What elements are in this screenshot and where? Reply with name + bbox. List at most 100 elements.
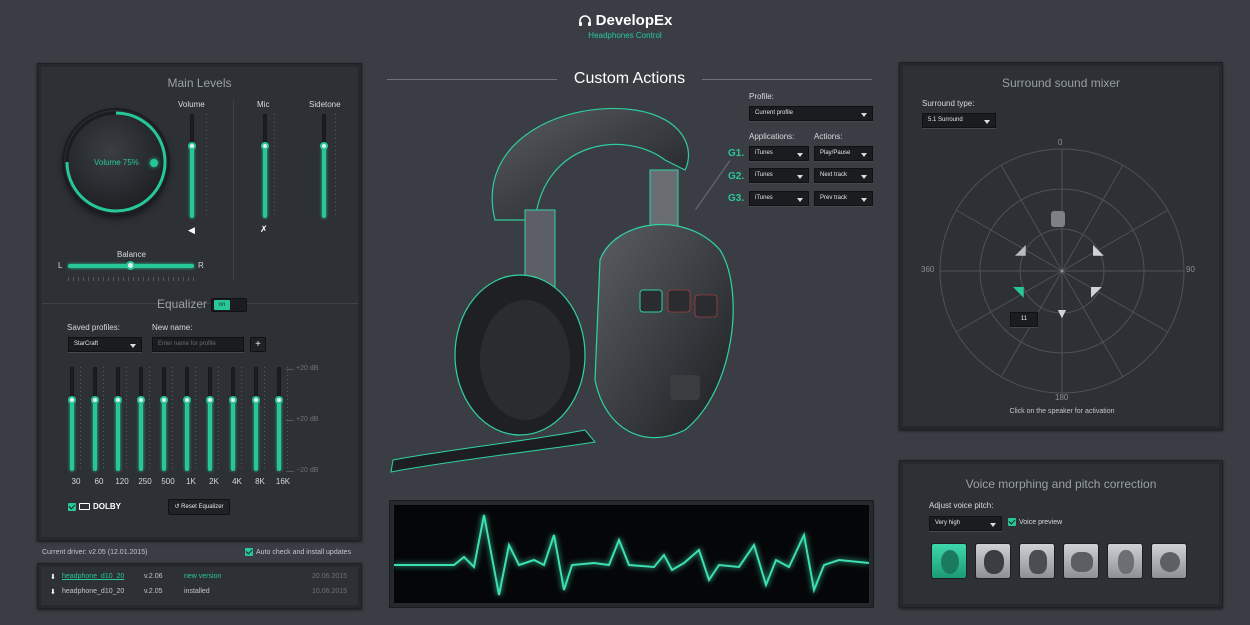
- g2-key-label: G2.: [728, 171, 745, 182]
- voice-avatar-alien[interactable]: [931, 543, 967, 579]
- waveform-display: [389, 500, 874, 608]
- eq-band-500: 500: [160, 367, 176, 487]
- brand: DevelopEx: [578, 12, 672, 29]
- eq-band-4K: 4K: [229, 367, 245, 487]
- driver-name: headphone_d10_20: [62, 588, 125, 595]
- g2-app-select[interactable]: iTunes: [749, 168, 809, 183]
- voice-avatar-dwarf[interactable]: [1019, 543, 1055, 579]
- profile-select[interactable]: Current profile: [749, 106, 873, 121]
- eq-band-120: 120: [114, 367, 130, 487]
- voice-avatar-orc[interactable]: [975, 543, 1011, 579]
- balance-left-label: L: [58, 261, 63, 270]
- brand-subtitle: Headphones Control: [588, 31, 662, 40]
- center-speaker-icon[interactable]: [1051, 211, 1065, 227]
- eq-band-ticks: [126, 367, 127, 471]
- reset-icon: ↺: [174, 504, 180, 510]
- add-profile-button[interactable]: +: [250, 337, 266, 352]
- dolby-toggle[interactable]: DOLBY: [68, 502, 121, 511]
- auto-check-checkbox[interactable]: [245, 548, 253, 556]
- speaker-level-field[interactable]: 11: [1010, 312, 1038, 327]
- driver-version: v.2.05: [144, 588, 163, 595]
- g1-action-select[interactable]: Play/Pause: [814, 146, 873, 161]
- surround-polar-chart: [939, 148, 1185, 394]
- eq-band-slider[interactable]: [91, 367, 99, 471]
- g3-action-select[interactable]: Prev track: [814, 191, 873, 206]
- volume-slider[interactable]: [188, 114, 196, 218]
- front-left-speaker-icon[interactable]: ◢: [1015, 241, 1026, 258]
- subwoofer-icon[interactable]: ▼: [1055, 305, 1069, 321]
- driver-row[interactable]: ⬇ headphone_d10_20 v.2.05 installed 10.0…: [50, 588, 355, 600]
- sidetone-ticks: [335, 114, 336, 218]
- mic-slider[interactable]: [261, 114, 269, 218]
- deg-left: 360: [921, 265, 935, 274]
- surround-type-label: Surround type:: [922, 99, 975, 108]
- voice-avatar-old-man[interactable]: [1107, 543, 1143, 579]
- reset-equalizer-button[interactable]: ↺ Reset Equalizer: [168, 499, 230, 515]
- volume-ticks: [206, 114, 207, 218]
- voice-preview-toggle[interactable]: Voice preview: [1008, 518, 1062, 526]
- eq-band-16K: 16K: [275, 367, 291, 487]
- g1-key-label: G1.: [728, 148, 745, 159]
- mic-ticks: [274, 114, 275, 218]
- waveform-graph: [394, 505, 869, 603]
- eq-band-slider[interactable]: [68, 367, 76, 471]
- surround-type-select[interactable]: 5.1 Surround: [922, 113, 996, 128]
- voice-avatar-chipmunk[interactable]: [1151, 543, 1187, 579]
- dolby-label: DOLBY: [93, 502, 121, 511]
- volume-dial-text: Volume 75%: [94, 158, 139, 167]
- rear-right-speaker-icon[interactable]: ◤: [1091, 283, 1102, 300]
- eq-band-250: 250: [137, 367, 153, 487]
- g3-app-select[interactable]: iTunes: [749, 191, 809, 206]
- dolby-logo-icon: [79, 503, 90, 510]
- eq-band-slider[interactable]: [275, 367, 283, 471]
- driver-name-link[interactable]: headphone_d10_20: [62, 573, 124, 580]
- eq-band-ticks: [287, 367, 288, 471]
- surround-panel: Surround sound mixer Surround type: 5.1 …: [899, 62, 1223, 430]
- new-name-input[interactable]: Enter name for profile: [152, 337, 244, 352]
- surround-title: Surround sound mixer: [1001, 76, 1121, 90]
- eq-band-slider[interactable]: [229, 367, 237, 471]
- deg-bottom: 180: [1055, 393, 1069, 402]
- equalizer-toggle[interactable]: on: [211, 298, 247, 312]
- new-name-label: New name:: [152, 323, 193, 332]
- eq-band-ticks: [264, 367, 265, 471]
- volume-label: Volume: [178, 100, 205, 109]
- pitch-select[interactable]: Very high: [929, 516, 1002, 531]
- eq-band-label: 250: [138, 477, 152, 486]
- voice-preview-checkbox[interactable]: [1008, 518, 1016, 526]
- driver-status: new version: [184, 573, 222, 580]
- db-mid-label: +20 dB: [296, 416, 319, 423]
- front-right-speaker-icon[interactable]: ◣: [1093, 241, 1104, 258]
- balance-slider[interactable]: [68, 261, 194, 270]
- eq-band-slider[interactable]: [160, 367, 168, 471]
- mic-label: Mic: [257, 100, 270, 109]
- saved-profiles-select[interactable]: StarCraft: [68, 337, 142, 352]
- volume-dial-knob[interactable]: [150, 159, 158, 167]
- driver-status: installed: [184, 588, 210, 595]
- eq-band-slider[interactable]: [137, 367, 145, 471]
- auto-check-toggle[interactable]: Auto check and install updates: [245, 548, 351, 556]
- voice-panel: Voice morphing and pitch correction Adju…: [899, 460, 1223, 608]
- driver-date: 20.06.2015: [312, 573, 348, 580]
- db-top-label: +20 dB: [296, 365, 319, 372]
- eq-band-label: 8K: [255, 477, 265, 486]
- eq-band-slider[interactable]: [114, 367, 122, 471]
- eq-band-slider[interactable]: [206, 367, 214, 471]
- voice-avatar-creature[interactable]: [1063, 543, 1099, 579]
- equalizer-toggle-on: on: [214, 300, 230, 310]
- sidetone-slider[interactable]: [320, 114, 328, 218]
- g2-action-select[interactable]: Next track: [814, 168, 873, 183]
- dolby-checkbox[interactable]: [68, 502, 76, 511]
- mic-mute-icon[interactable]: ✗: [260, 224, 268, 235]
- g1-app-select[interactable]: iTunes: [749, 146, 809, 161]
- eq-band-label: 60: [94, 477, 104, 486]
- rear-left-speaker-icon[interactable]: ◥: [1013, 283, 1024, 300]
- eq-band-slider[interactable]: [183, 367, 191, 471]
- auto-check-label: Auto check and install updates: [256, 548, 351, 556]
- eq-band-slider[interactable]: [252, 367, 260, 471]
- speaker-icon[interactable]: ◀: [188, 225, 195, 236]
- volume-dial[interactable]: Volume 75%: [64, 110, 168, 214]
- db-bot-label: −20 dB: [296, 467, 319, 474]
- driver-row[interactable]: ⬇ headphone_d10_20 v.2.06 new version 20…: [50, 573, 355, 585]
- headset-image: [390, 107, 734, 473]
